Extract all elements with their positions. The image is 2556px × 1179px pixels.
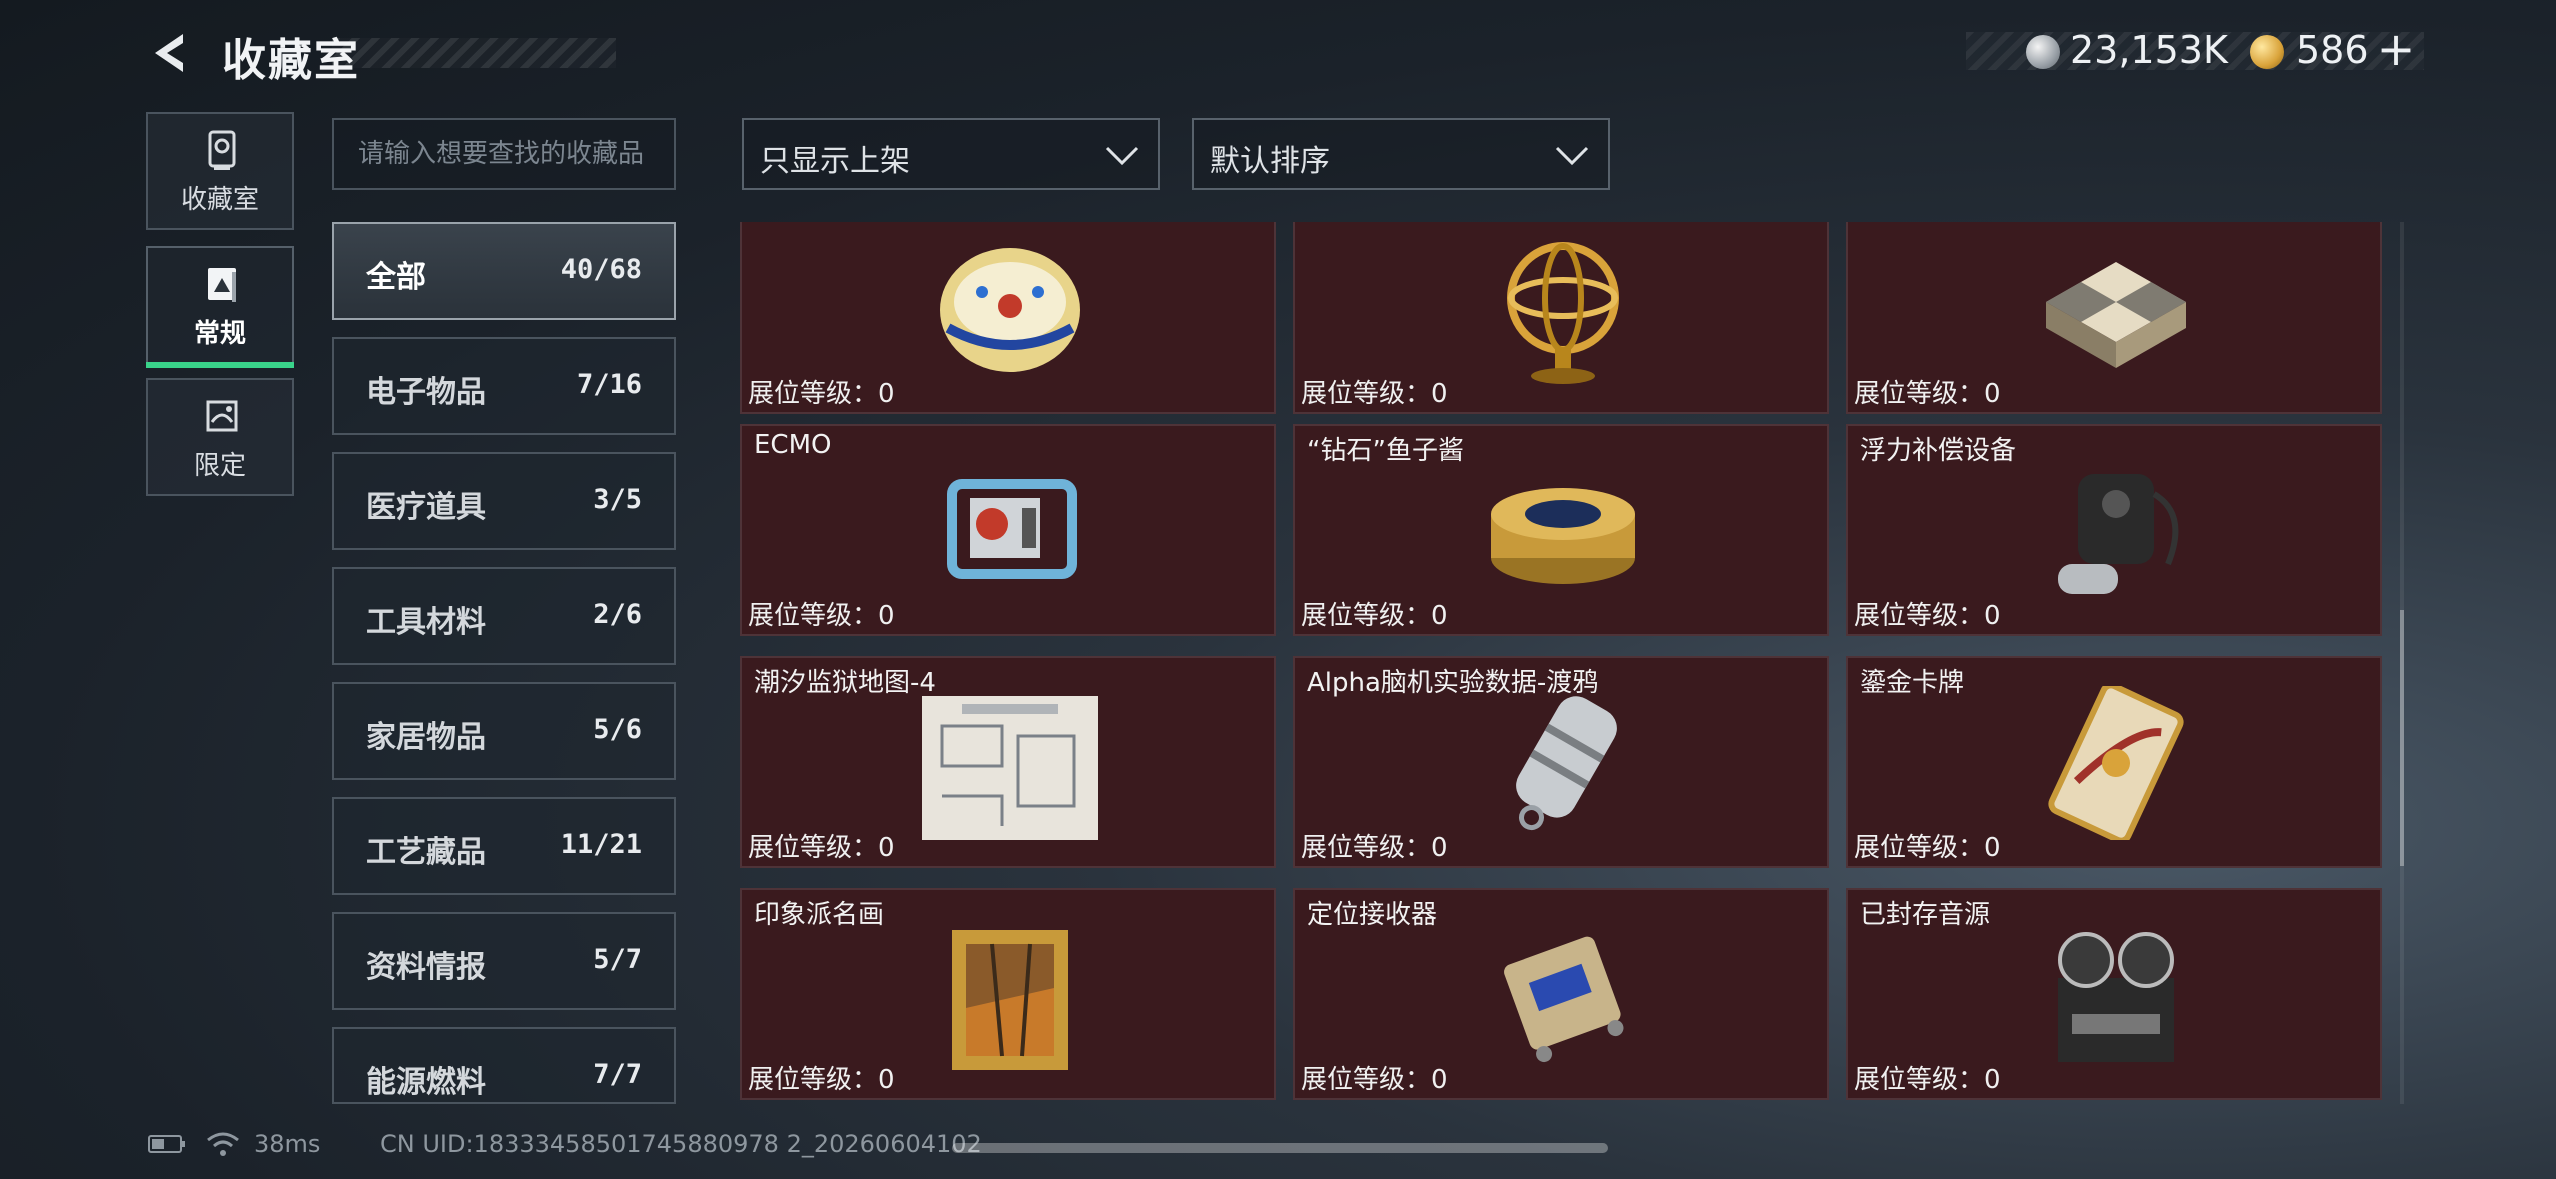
sort-dropdown[interactable]: 默认排序 [1192,118,1610,190]
category-energy[interactable]: 能源燃料 7/7 [332,1027,676,1104]
category-electronics[interactable]: 电子物品 7/16 [332,337,676,435]
prison-map-icon [922,696,1098,840]
buoyancy-device-icon [2058,474,2179,594]
back-arrow-icon[interactable] [145,28,195,78]
item-name: 浮力补偿设备 [1860,436,2017,466]
category-count: 7/7 [593,1059,642,1090]
booth-level-label: 展位等级：0 [1301,833,1448,863]
category-tools[interactable]: 工具材料 2/6 [332,567,676,665]
search-input[interactable]: 请输入想要查找的收藏品 [332,118,676,190]
category-name: 工艺藏品 [366,835,486,870]
armillary-sphere-icon [1507,242,1619,384]
booth-level-label: 展位等级：0 [1854,601,2001,631]
booth-level-label: 展位等级：0 [748,379,895,409]
chess-box-icon [2046,262,2186,368]
collection-room-screen: 收藏室 23,153K 586 + 收藏室 常规 限定 请输入想要查找的收藏品 [0,0,2556,1179]
category-count: 5/7 [593,944,642,975]
booth-level-label: 展位等级：0 [748,601,895,631]
category-name: 全部 [366,260,426,295]
category-count: 40/68 [560,254,642,285]
category-name: 医疗道具 [366,490,486,525]
collection-item-card[interactable]: 展位等级：0 [1846,222,2382,414]
category-name: 电子物品 [366,375,486,410]
user-uid: CN UID:18333458501745880978 2_2026060410… [380,1130,982,1158]
category-intel[interactable]: 资料情报 5/7 [332,912,676,1010]
collection-item-card[interactable]: 已封存音源 展位等级：0 [1846,888,2382,1100]
booth-level-label: 展位等级：0 [1854,1065,2001,1095]
ping-value: 38ms [254,1130,321,1158]
category-count: 5/6 [593,714,642,745]
title-decoration [332,38,616,68]
ecmo-machine-icon [947,479,1077,579]
chevron-down-icon [1105,146,1139,166]
category-count: 2/6 [593,599,642,630]
album-icon [208,268,236,302]
wifi-icon [207,1132,239,1156]
gilded-card-icon [2048,686,2184,840]
item-name: 潮汐监狱地图-4 [754,668,936,698]
silver-currency-amount: 23,153K [2070,28,2228,72]
collection-item-card[interactable]: 浮力补偿设备 展位等级：0 [1846,424,2382,636]
side-tab-regular[interactable]: 常规 [146,246,294,368]
booth-level-label: 展位等级：0 [1854,833,2001,863]
collection-item-card[interactable]: 印象派名画 展位等级：0 [740,888,1276,1100]
collection-item-card[interactable]: 鎏金卡牌 展位等级：0 [1846,656,2382,868]
category-count: 3/5 [593,484,642,515]
trophy-icon [208,130,236,170]
side-tab-label: 收藏室 [180,185,259,215]
category-household[interactable]: 家居物品 5/6 [332,682,676,780]
category-medical[interactable]: 医疗道具 3/5 [332,452,676,550]
gold-currency-amount: 586 [2296,28,2369,72]
booth-level-label: 展位等级：0 [1854,379,2001,409]
category-all[interactable]: 全部 40/68 [332,222,676,320]
item-name: ECMO [754,430,832,460]
booth-level-label: 展位等级：0 [748,1065,895,1095]
collection-item-card[interactable]: 定位接收器 展位等级：0 [1293,888,1829,1100]
framed-painting-icon [952,930,1068,1070]
caviar-tin-icon [1491,488,1635,584]
add-currency-button[interactable]: + [2376,22,2416,76]
booth-level-label: 展位等级：0 [1301,379,1448,409]
gold-coin-icon [2250,35,2284,69]
grid-scrollbar-thumb[interactable] [2400,610,2404,866]
item-name: “钻石”鱼子酱 [1307,436,1464,466]
home-indicator[interactable] [952,1143,1608,1153]
booth-level-label: 展位等级：0 [1301,1065,1448,1095]
side-tab-label: 常规 [193,319,246,349]
collection-item-card[interactable]: 潮汐监狱地图-4 展位等级：0 [740,656,1276,868]
category-crafts[interactable]: 工艺藏品 11/21 [332,797,676,895]
chevron-down-icon [1555,146,1589,166]
side-tab-collection-room[interactable]: 收藏室 [146,112,294,230]
category-name: 家居物品 [366,720,486,755]
collection-item-card[interactable]: 展位等级：0 [740,222,1276,414]
battery-icon [148,1135,185,1153]
side-tab-limited[interactable]: 限定 [146,378,294,496]
collection-item-card[interactable]: “钻石”鱼子酱 展位等级：0 [1293,424,1829,636]
side-tab-label: 限定 [193,451,246,481]
sort-value: 默认排序 [1210,144,1330,179]
category-name: 能源燃料 [366,1065,486,1100]
display-filter-dropdown[interactable]: 只显示上架 [742,118,1160,190]
booth-level-label: 展位等级：0 [1301,601,1448,631]
limited-icon [206,400,238,432]
display-filter-value: 只显示上架 [760,144,910,179]
reel-recorder-icon [2058,932,2174,1062]
item-name: 定位接收器 [1307,900,1438,930]
booth-level-label: 展位等级：0 [748,833,895,863]
collection-item-card[interactable]: ECMO 展位等级：0 [740,424,1276,636]
item-name: 鎏金卡牌 [1860,668,1965,698]
collection-item-card[interactable]: Alpha脑机实验数据-渡鸦 展位等级：0 [1293,656,1829,868]
data-capsule-icon [1516,696,1617,831]
collection-item-card[interactable]: 展位等级：0 [1293,222,1829,414]
item-name: 已封存音源 [1860,900,1991,930]
jeweled-egg-icon [940,248,1080,372]
silver-coin-icon [2026,35,2060,69]
category-name: 资料情报 [366,950,486,985]
category-name: 工具材料 [366,605,486,640]
collection-grid: 展位等级：0 展位等级：0 展位等级：0 ECMO 展位等级：0 “钻石”鱼子酱… [740,222,2382,1104]
locator-receiver-icon [1504,936,1624,1063]
category-count: 7/16 [576,369,642,400]
category-count: 11/21 [560,829,642,860]
item-name: 印象派名画 [754,900,885,930]
